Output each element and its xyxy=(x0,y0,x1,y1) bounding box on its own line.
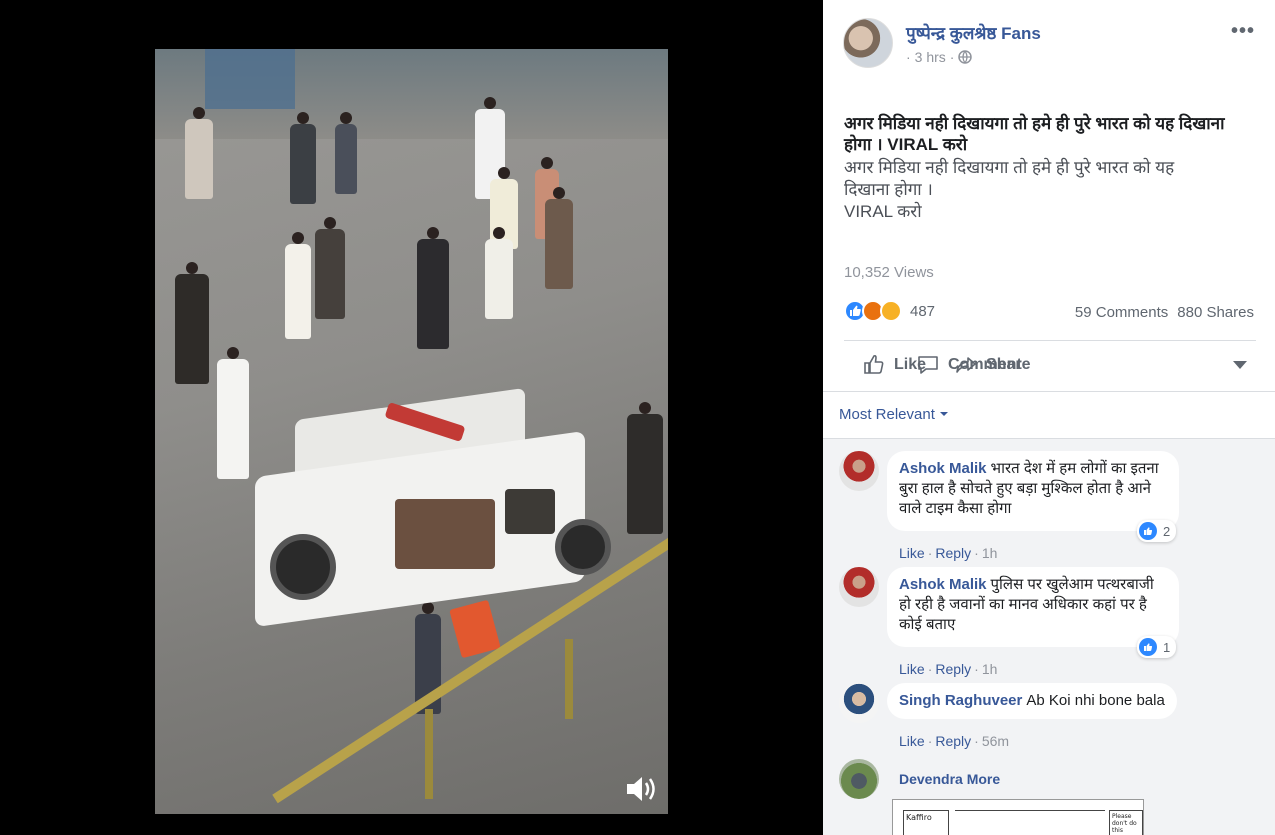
video-person xyxy=(315,217,345,319)
comment-bubble: Ashok Malik भारत देश में हम लोगों का इतना… xyxy=(887,451,1179,531)
post-time[interactable]: 3 hrs xyxy=(915,49,946,65)
jeep-window xyxy=(395,499,495,569)
comment-like-link[interactable]: Like xyxy=(899,733,925,749)
comment-reply-link[interactable]: Reply xyxy=(935,733,971,749)
comic-panel: Please don't do this xyxy=(1109,810,1143,835)
speech-bubble-icon xyxy=(918,355,938,374)
meta-dot: · xyxy=(949,49,955,65)
like-reaction-icon xyxy=(1139,522,1157,540)
post-title: अगर मिडिया नही दिखायगा तो हमे ही पुरे भा… xyxy=(844,114,1225,154)
post-meta: · 3 hrs · xyxy=(906,49,973,65)
comment-reaction-count: 1 xyxy=(1163,639,1171,655)
separator-dot: · xyxy=(927,661,933,677)
video-person xyxy=(627,402,663,534)
video-building xyxy=(205,49,295,109)
comic-panel xyxy=(955,810,1105,835)
filter-label: Most Relevant xyxy=(839,406,935,423)
comment-reaction-count: 2 xyxy=(1163,523,1171,539)
avatar[interactable] xyxy=(839,567,879,607)
separator-dot: · xyxy=(974,545,979,561)
comment-label: Comment xyxy=(948,355,1022,373)
comment-reactions[interactable]: 1 xyxy=(1137,636,1177,658)
views-count: 10,352 Views xyxy=(844,264,934,281)
video-person xyxy=(175,262,209,384)
globe-icon xyxy=(958,50,973,64)
like-reaction-icon xyxy=(1139,638,1157,656)
separator-dot: · xyxy=(927,733,933,749)
comment-filter[interactable]: Most Relevant xyxy=(839,406,949,423)
police-jeep xyxy=(255,387,615,634)
video-person xyxy=(285,232,311,339)
video-person xyxy=(545,187,573,289)
comment-reply-link[interactable]: Reply xyxy=(935,661,971,677)
comment-button[interactable]: Comment xyxy=(916,353,1275,377)
reaction-count: 487 xyxy=(910,302,936,320)
video-person xyxy=(485,227,513,319)
video-person xyxy=(417,227,449,349)
post-body: अगर मिडिया नही दिखायगा तो हमे ही पुरे भा… xyxy=(844,158,1175,221)
reactions-summary[interactable]: 487 xyxy=(844,300,935,322)
avatar[interactable] xyxy=(839,683,879,723)
comment-text: Ab Koi nhi bone bala xyxy=(1026,692,1165,709)
comment-item: Ashok Malik पुलिस पर खुलेआम पत्थरबाजी हो … xyxy=(839,567,1259,677)
comment-bubble: Ashok Malik पुलिस पर खुलेआम पत्थरबाजी हो … xyxy=(887,567,1179,647)
divider xyxy=(823,391,1275,392)
comment-actions: Like · Reply · 1h xyxy=(899,545,997,561)
video-person xyxy=(290,112,316,204)
comment-actions: Like · Reply · 56m xyxy=(899,733,1009,749)
comment-image[interactable]: Kaffiro Please don't do this xyxy=(892,799,1144,835)
separator-dot: · xyxy=(974,661,979,677)
post-actions: Like Comment Share xyxy=(844,340,1256,388)
jeep-wheel xyxy=(555,519,611,575)
shares-count[interactable]: 880 Shares xyxy=(1177,304,1254,321)
video-player[interactable] xyxy=(155,49,668,814)
comment-author[interactable]: Devendra More xyxy=(899,771,1000,787)
comment-time[interactable]: 56m xyxy=(982,733,1009,749)
video-person xyxy=(217,347,249,479)
comments-count[interactable]: 59 Comments xyxy=(1075,304,1168,321)
thumbs-up-icon xyxy=(864,354,884,374)
comment-bubble: Singh Raghuveer Ab Koi nhi bone bala xyxy=(887,683,1177,719)
video-stage xyxy=(0,0,823,835)
comment-like-link[interactable]: Like xyxy=(899,661,925,677)
comment-reactions[interactable]: 2 xyxy=(1137,520,1177,542)
comments-list: Ashok Malik भारत देश में हम लोगों का इतना… xyxy=(823,438,1275,835)
volume-icon[interactable] xyxy=(624,774,658,804)
post-header: पुष्पेन्द्र कुलश्रेष्ठ Fans · 3 hrs · ••… xyxy=(843,18,1255,70)
video-person xyxy=(335,112,357,194)
page-avatar[interactable] xyxy=(843,18,893,68)
comment-item: Ashok Malik भारत देश में हम लोगों का इतना… xyxy=(839,451,1259,561)
comment-author[interactable]: Ashok Malik xyxy=(899,460,987,477)
sad-reaction-icon xyxy=(880,300,902,322)
comment-item: Devendra More Kaffiro Please don't do th… xyxy=(839,759,1259,835)
caret-down-icon xyxy=(940,412,949,416)
video-person xyxy=(185,107,213,199)
jeep-window xyxy=(505,489,555,534)
avatar[interactable] xyxy=(839,759,879,799)
comment-time[interactable]: 1h xyxy=(982,661,998,677)
comment-author[interactable]: Ashok Malik xyxy=(899,576,987,593)
avatar[interactable] xyxy=(839,451,879,491)
comment-reply-link[interactable]: Reply xyxy=(935,545,971,561)
separator-dot: · xyxy=(974,733,979,749)
comment-time[interactable]: 1h xyxy=(982,545,998,561)
comment-item: Singh Raghuveer Ab Koi nhi bone bala Like… xyxy=(839,683,1259,749)
comic-panel: Kaffiro xyxy=(903,810,949,835)
more-options-icon[interactable]: ••• xyxy=(1231,20,1255,43)
video-railing-post xyxy=(565,639,573,719)
separator-dot: · xyxy=(927,545,933,561)
comment-like-link[interactable]: Like xyxy=(899,545,925,561)
jeep-spare-wheel xyxy=(270,534,336,600)
comment-actions: Like · Reply · 1h xyxy=(899,661,997,677)
meta-dot: · xyxy=(906,49,911,65)
engagement-counts: 59 Comments 880 Shares xyxy=(1075,304,1254,321)
page-name[interactable]: पुष्पेन्द्र कुलश्रेष्ठ Fans xyxy=(906,21,1041,44)
post-panel: पुष्पेन्द्र कुलश्रेष्ठ Fans · 3 hrs · ••… xyxy=(823,0,1275,835)
comment-author[interactable]: Singh Raghuveer xyxy=(899,692,1022,709)
video-railing-post xyxy=(425,709,433,799)
